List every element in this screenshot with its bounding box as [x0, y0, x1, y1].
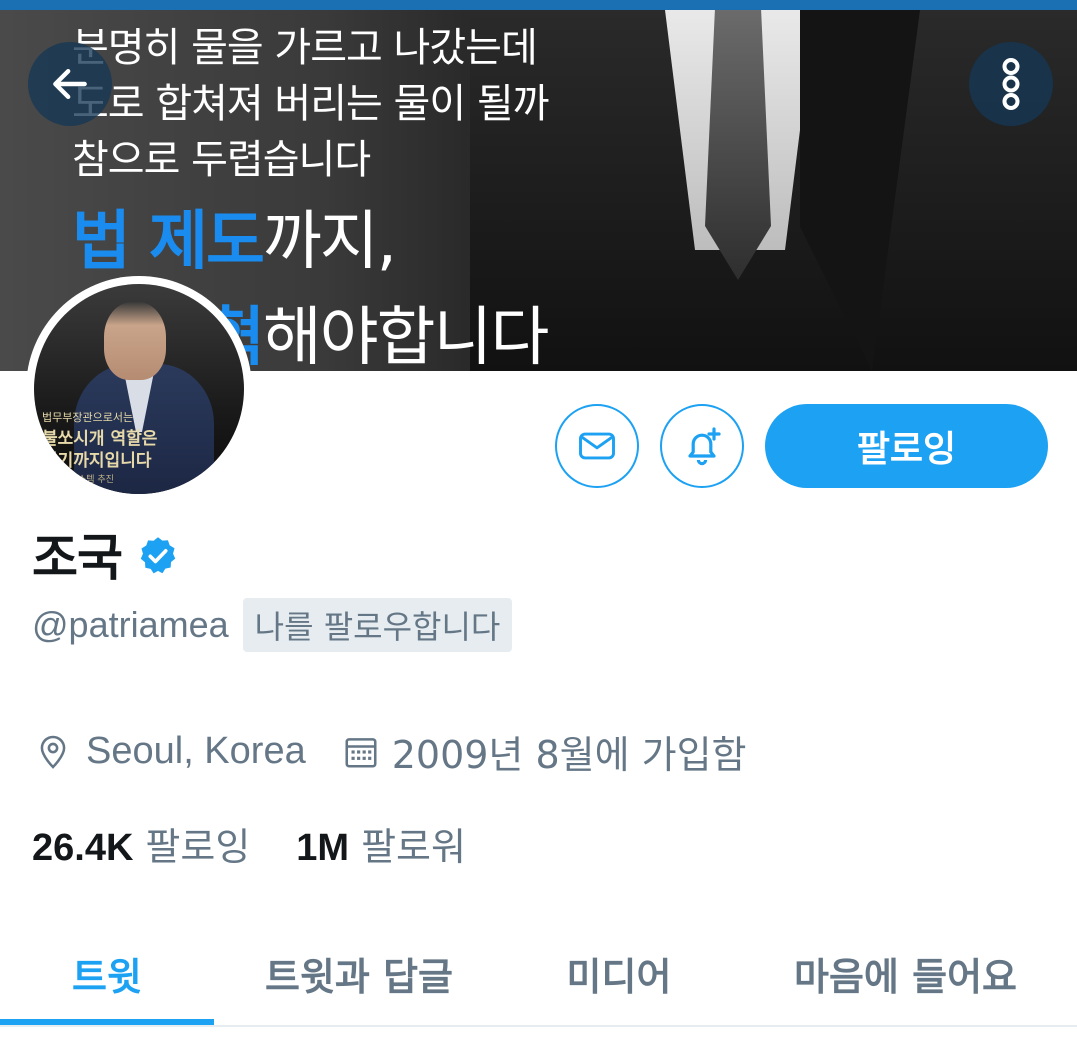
- profile-meta-row: Seoul, Korea 2009년 8월에 가입함: [34, 724, 747, 779]
- avatar-head: [104, 302, 166, 380]
- notifications-button[interactable]: [660, 404, 744, 488]
- avatar-text-3: 여기까지입니다: [42, 451, 152, 471]
- verified-badge-icon: [140, 537, 176, 574]
- following-label[interactable]: 팔로잉: [145, 816, 250, 871]
- avatar-text-1: 법무부장관으로서는: [42, 411, 134, 424]
- banner-text-line4-rest: 까지,: [262, 205, 397, 279]
- banner-text-line5-rest: 해야합니다: [262, 301, 549, 371]
- banner-text-line3: 참으로 두렵습니다: [72, 137, 371, 183]
- tab-likes[interactable]: 마음에 들어요: [734, 920, 1077, 1026]
- following-count[interactable]: 26.4K: [32, 827, 133, 870]
- tab-tweets-and-replies[interactable]: 트윗과 답글: [214, 920, 504, 1026]
- tab-tweets[interactable]: 트윗: [0, 920, 214, 1026]
- tab-media[interactable]: 미디어: [504, 920, 734, 1026]
- banner-highlight-1: 법 제도: [72, 205, 265, 279]
- banner-text-line2: 도로 합쳐져 버리는 물이 될까: [72, 81, 549, 127]
- following-button[interactable]: 팔로잉: [765, 404, 1048, 488]
- banner-text-line1: 분명히 물을 가르고 나갔는데: [72, 25, 538, 71]
- envelope-icon: [579, 432, 615, 460]
- avatar-image: 법무부장관으로서는 불쏘시개 역할은 여기까지입니다 개혁의 시스템 추진: [34, 284, 244, 494]
- message-button[interactable]: [555, 404, 639, 488]
- back-button[interactable]: [28, 42, 112, 126]
- user-handle: @patriamea: [32, 604, 229, 645]
- more-vertical-icon: [1002, 58, 1020, 110]
- join-date-text: 2009년 8월에 가입함: [391, 733, 747, 777]
- profile-tabs: 트윗 트윗과 답글 미디어 마음에 들어요: [0, 920, 1077, 1026]
- calendar-icon: [345, 737, 377, 768]
- followers-count[interactable]: 1M: [296, 827, 349, 870]
- tabs-divider: [0, 1025, 1077, 1027]
- profile-name-row: 조국: [32, 518, 180, 590]
- location-pin-icon: [40, 735, 66, 769]
- display-name: 조국: [32, 529, 123, 587]
- followers-label[interactable]: 팔로워: [361, 816, 466, 871]
- follows-you-badge: 나를 팔로우합니다: [242, 598, 513, 652]
- follow-stats: 26.4K 팔로잉 1M 팔로워: [32, 816, 466, 871]
- status-strip: [0, 0, 1077, 10]
- avatar[interactable]: 법무부장관으로서는 불쏘시개 역할은 여기까지입니다 개혁의 시스템 추진: [26, 276, 252, 502]
- banner-photo-tie: [705, 10, 771, 280]
- more-options-button[interactable]: [969, 42, 1053, 126]
- location-text: Seoul, Korea: [86, 730, 306, 772]
- profile-handle-row: @patriamea 나를 팔로우합니다: [32, 598, 513, 652]
- bell-plus-icon: [688, 427, 721, 466]
- arrow-left-icon: [53, 68, 87, 100]
- avatar-text-4: 개혁의 시스템 추진: [42, 475, 114, 485]
- banner-text-line4: 법 제도까지,: [72, 210, 397, 274]
